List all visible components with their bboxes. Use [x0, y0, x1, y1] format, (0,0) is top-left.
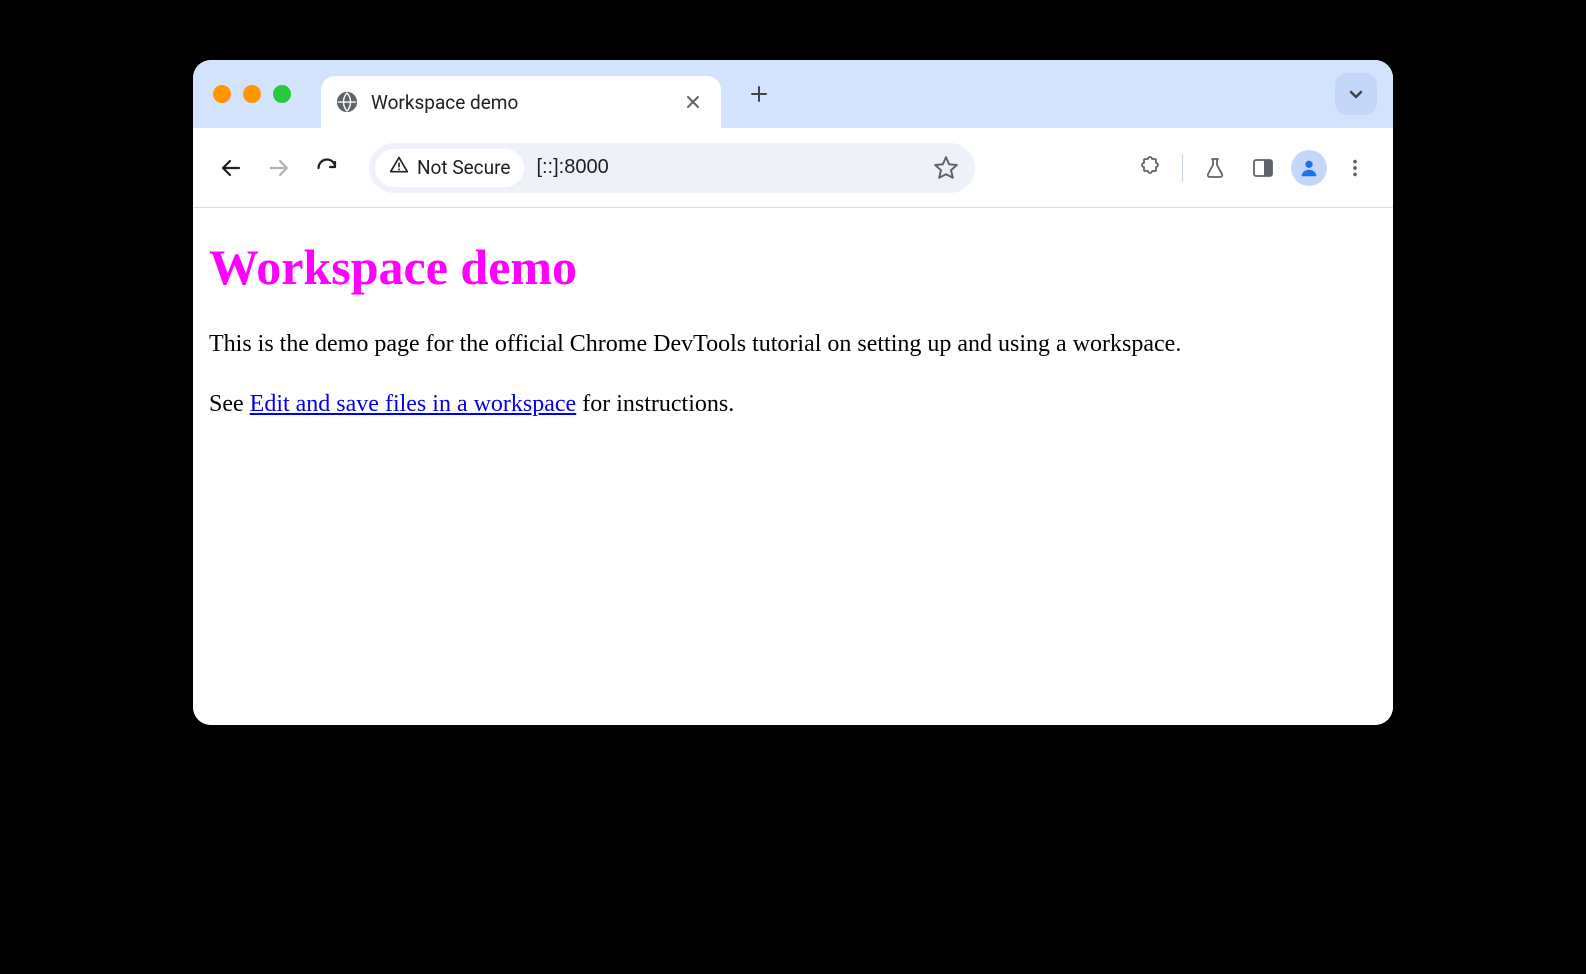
paragraph-2-prefix: See — [209, 391, 250, 417]
globe-icon — [335, 90, 359, 114]
warning-icon — [389, 155, 409, 180]
bookmark-button[interactable] — [931, 153, 961, 183]
toolbar-divider — [1182, 154, 1183, 182]
address-bar[interactable]: Not Secure [::]:8000 — [369, 143, 975, 193]
side-panel-button[interactable] — [1243, 148, 1283, 188]
menu-button[interactable] — [1335, 148, 1375, 188]
labs-button[interactable] — [1195, 148, 1235, 188]
url-text: [::]:8000 — [536, 156, 608, 179]
page-content: Workspace demo This is the demo page for… — [193, 208, 1393, 725]
tutorial-link[interactable]: Edit and save files in a workspace — [250, 391, 577, 417]
toolbar: Not Secure [::]:8000 — [193, 128, 1393, 208]
browser-tab[interactable]: Workspace demo — [321, 76, 721, 128]
security-chip[interactable]: Not Secure — [375, 149, 524, 187]
traffic-lights — [213, 85, 291, 103]
window-maximize-dot[interactable] — [273, 85, 291, 103]
forward-button[interactable] — [259, 148, 299, 188]
security-label: Not Secure — [417, 156, 510, 179]
reload-button[interactable] — [307, 148, 347, 188]
tab-strip: Workspace demo — [193, 60, 1393, 128]
page-paragraph-2: See Edit and save files in a workspace f… — [209, 388, 1377, 420]
page-paragraph-1: This is the demo page for the official C… — [209, 328, 1377, 360]
tab-title: Workspace demo — [371, 91, 667, 114]
extensions-button[interactable] — [1130, 148, 1170, 188]
window-close-dot[interactable] — [213, 85, 231, 103]
new-tab-button[interactable] — [739, 74, 779, 114]
page-heading: Workspace demo — [209, 238, 1377, 296]
browser-window: Workspace demo Not Secure — [193, 60, 1393, 725]
back-button[interactable] — [211, 148, 251, 188]
window-minimize-dot[interactable] — [243, 85, 261, 103]
close-tab-button[interactable] — [679, 88, 707, 116]
profile-button[interactable] — [1291, 150, 1327, 186]
search-tabs-button[interactable] — [1335, 73, 1377, 115]
paragraph-2-suffix: for instructions. — [576, 391, 734, 417]
